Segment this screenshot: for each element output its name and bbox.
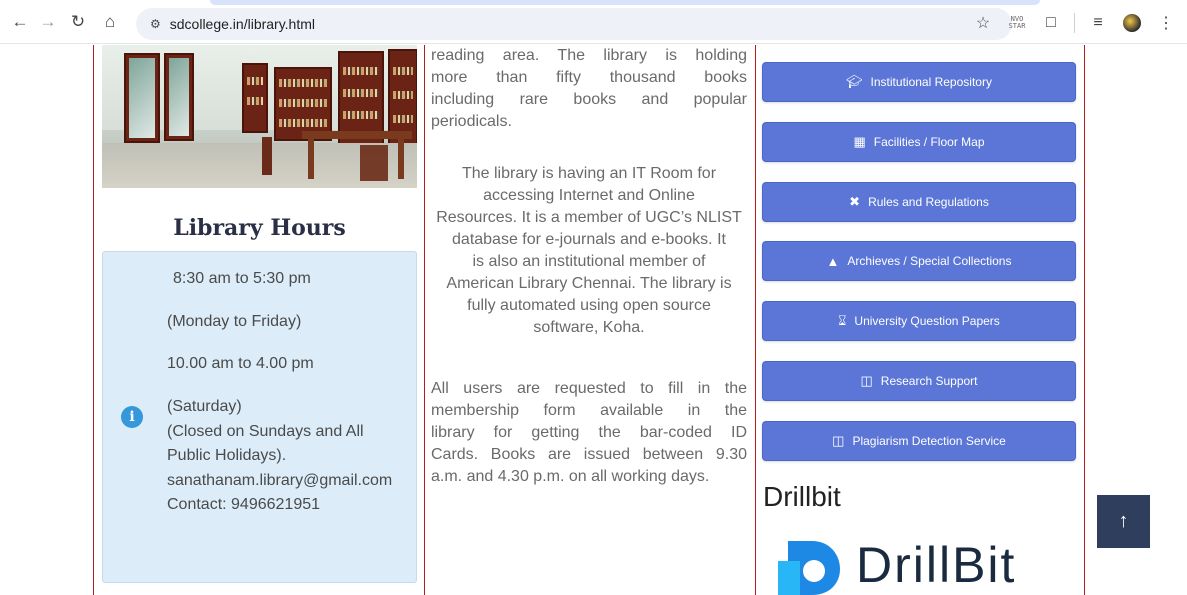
hours-holidays-note: Public Holidays).	[167, 447, 287, 464]
button-label: Archieves / Special Collections	[847, 254, 1012, 268]
library-interior-photo	[102, 45, 417, 188]
info-icon: i	[121, 406, 143, 428]
page-content: Library Hours 8:30 am to 5:30 pm (Monday…	[0, 45, 1187, 595]
drillbit-heading: Drillbit	[763, 481, 841, 512]
rules-and-regulations-button[interactable]: ✖ Rules and Regulations	[762, 182, 1076, 222]
button-label: Rules and Regulations	[868, 195, 989, 209]
more-menu-icon[interactable]: ⋮	[1151, 8, 1181, 38]
address-url: sdcollege.in/library.html	[169, 16, 316, 32]
column-border-middle-right	[755, 45, 756, 595]
home-icon[interactable]: ⌂	[96, 8, 124, 36]
site-settings-icon[interactable]: ⚙	[150, 17, 161, 31]
button-label: Institutional Repository	[870, 75, 992, 89]
active-tab-indicator	[210, 0, 1040, 5]
arrow-up-icon: ↑	[1118, 510, 1129, 532]
profile-avatar-icon[interactable]	[1117, 8, 1147, 38]
extension-icon[interactable]: NVO STAR	[1002, 8, 1032, 38]
library-contact: Contact: 9496621951	[167, 496, 321, 513]
back-arrow-icon[interactable]: ←	[6, 8, 34, 36]
facilities-floor-map-button[interactable]: ▦ Facilities / Floor Map	[762, 122, 1076, 162]
text-line: including rare books and popular	[431, 91, 747, 108]
reading-list-icon[interactable]: ≡	[1083, 8, 1113, 38]
puzzle-extensions-icon[interactable]: □	[1036, 8, 1066, 38]
text-line: American Library Chennai. The library is	[446, 275, 732, 292]
drillbit-logo-mark-icon	[778, 541, 840, 595]
text-line: Cards. Books are issued between 9.30	[431, 446, 747, 463]
button-label: Plagiarism Detection Service	[852, 434, 1006, 448]
text-line: The library is having an IT Room for	[461, 165, 717, 182]
library-hours-heading: Library Hours	[173, 215, 346, 241]
column-border-middle-left	[424, 45, 425, 595]
hours-closed-note: (Closed on Sundays and All	[167, 423, 364, 440]
university-question-papers-button[interactable]: ⌛︎ University Question Papers	[762, 301, 1076, 341]
address-bar[interactable]: ⚙ sdcollege.in/library.html	[136, 8, 1012, 40]
button-label: Facilities / Floor Map	[873, 135, 985, 149]
text-line: reading area. The library is holding	[431, 47, 747, 64]
library-description-p1: reading area. The library is holding mor…	[431, 45, 747, 133]
text-line: a.m. and 4.30 p.m. on all working days.	[431, 468, 710, 485]
library-description-p3: All users are requested to fill in the m…	[431, 378, 747, 488]
text-line: is also an institutional member of	[472, 253, 706, 270]
text-line: Resources. It is a member of UGC’s NLIST	[436, 209, 742, 226]
text-line: software, Koha.	[533, 319, 645, 336]
building-icon: ▦	[853, 134, 866, 149]
archieves-special-collections-button[interactable]: ▲ Archieves / Special Collections	[762, 241, 1076, 281]
text-line: accessing Internet and Online	[483, 187, 695, 204]
column-border-left	[93, 45, 94, 595]
drillbit-logo-wordmark: DrillBit	[856, 537, 1017, 593]
tools-icon: ✖	[849, 194, 861, 209]
reload-icon[interactable]: ↻	[64, 8, 92, 36]
library-description-p2: The library is having an IT Room for acc…	[431, 163, 747, 339]
column-border-right	[1084, 45, 1085, 595]
text-line: membership form available in the	[431, 402, 747, 419]
text-line: more than fifty thousand books	[431, 69, 747, 86]
hours-saturday-time: 10.00 am to 4.00 pm	[167, 355, 314, 372]
text-line: All users are requested to fill in the	[431, 380, 747, 397]
toolbar-divider	[1074, 13, 1075, 33]
hours-weekday-days: (Monday to Friday)	[167, 313, 302, 330]
open-book-icon: ◫	[860, 373, 873, 388]
institutional-repository-button[interactable]: 🎓︎ Institutional Repository	[762, 62, 1076, 102]
button-label: University Question Papers	[854, 314, 1000, 328]
text-line: database for e-journals and e-books. It	[452, 231, 726, 248]
button-label: Research Support	[880, 374, 978, 388]
library-hours-panel: 8:30 am to 5:30 pm (Monday to Friday) 10…	[102, 251, 417, 583]
hours-saturday-day: (Saturday)	[167, 398, 242, 415]
hours-weekday-time: 8:30 am to 5:30 pm	[173, 270, 311, 287]
hourglass-icon: ⌛︎	[838, 313, 847, 328]
forward-arrow-icon[interactable]: →	[34, 8, 62, 36]
scroll-to-top-button[interactable]: ↑	[1097, 495, 1150, 548]
graduation-cap-icon: 🎓︎	[846, 74, 863, 89]
reading-person-icon: ▲	[826, 253, 840, 269]
browser-toolbar: ← → ↻ ⌂ ⚙ sdcollege.in/library.html ☆ NV…	[0, 0, 1187, 44]
bookmark-star-icon[interactable]: ☆	[968, 8, 998, 38]
library-email[interactable]: sanathanam.library@gmail.com	[167, 472, 392, 490]
drillbit-logo[interactable]: DrillBit	[778, 535, 1078, 595]
text-line: library for getting the bar-coded ID	[431, 424, 747, 441]
extension-badge-label: NVO STAR	[1008, 15, 1026, 30]
text-line: periodicals.	[431, 113, 512, 130]
research-support-button[interactable]: ◫ Research Support	[762, 361, 1076, 401]
plagiarism-detection-service-button[interactable]: ◫ Plagiarism Detection Service	[762, 421, 1076, 461]
toolbar-right: ☆ NVO STAR □ ≡ ⋮	[968, 8, 1187, 38]
open-book-icon: ◫	[832, 433, 845, 448]
text-line: fully automated using open source	[467, 297, 711, 314]
